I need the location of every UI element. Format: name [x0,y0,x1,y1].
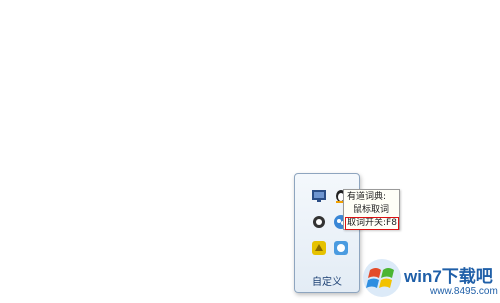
windows-logo-icon [362,258,402,298]
network-monitor-icon[interactable] [311,188,327,204]
tooltip-title: 有道词典: [347,192,387,202]
site-watermark: win7下载吧 www.8495.com [360,258,500,303]
tooltip-hotkey-toggle: 取词开关:F8 [345,217,399,230]
yellow-app-icon[interactable] [311,240,327,256]
customize-link[interactable]: 自定义 [295,273,359,288]
rate-icon[interactable] [311,214,327,230]
watermark-title: win7下载吧 [404,267,493,286]
tooltip-mouse-lookup: 鼠标取词 [353,205,390,215]
watermark-url: www.8495.com [430,286,498,297]
blue-app-icon[interactable] [333,240,349,256]
youdao-tooltip: 有道词典: 鼠标取词 取词开关:F8 [343,189,400,230]
